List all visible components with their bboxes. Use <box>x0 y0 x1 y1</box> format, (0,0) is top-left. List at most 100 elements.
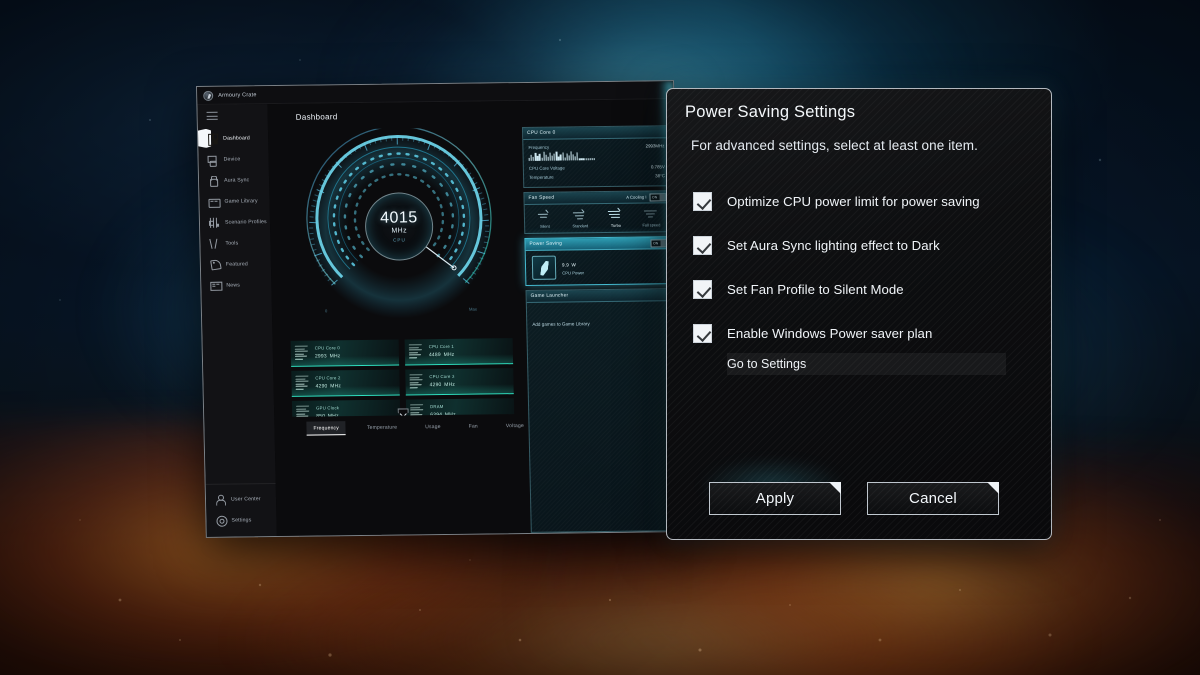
tools-icon <box>209 238 219 248</box>
fan-turbo-icon <box>608 207 623 220</box>
tab-usage[interactable]: Usage <box>418 420 448 434</box>
core-card[interactable]: CPU Core 1 4489 MHz <box>404 338 514 366</box>
fan-mode-list: Silent Standard Turbo Full speed <box>525 203 672 233</box>
hamburger-icon[interactable] <box>206 111 218 120</box>
toggle-state-label: ON <box>652 240 659 245</box>
sidebar-item-tools[interactable]: Tools <box>200 232 270 254</box>
go-to-settings-row[interactable]: Go to Settings <box>727 353 1006 375</box>
core-card-value: 4290 MHz <box>429 382 456 389</box>
core-cards-clipped-row: GPU Clock 850 MHz DRAM 6394 MHz <box>284 398 522 417</box>
cpu-frequency-row: Frequency 2993MHz <box>528 143 664 150</box>
cancel-button[interactable]: Cancel <box>867 482 999 515</box>
core-card[interactable]: GPU Clock 850 MHz <box>291 399 401 417</box>
option-label: Optimize CPU power limit for power savin… <box>727 193 980 209</box>
wave-bars-icon <box>409 374 425 389</box>
fan-mode-turbo[interactable]: Turbo <box>598 207 634 228</box>
panel-title: Game Launcher <box>530 293 569 299</box>
core-card[interactable]: CPU Core 0 2993 MHz <box>290 339 400 367</box>
game-launcher-empty-text: Add games to Game Library <box>532 321 590 327</box>
core-card-value: 4290 MHz <box>315 383 342 390</box>
core-card[interactable]: DRAM 6394 MHz <box>405 398 515 417</box>
gear-icon <box>215 515 225 525</box>
sidebar-item-news[interactable]: News <box>201 274 271 296</box>
frequency-sparkline <box>528 150 665 161</box>
option-label: Enable Windows Power saver plan <box>727 325 933 341</box>
option-row-optimize-cpu-power-limit[interactable]: Optimize CPU power limit for power savin… <box>693 179 1051 223</box>
rog-logo-icon <box>203 90 214 101</box>
sidebar-item-device[interactable]: Device <box>198 148 268 170</box>
option-label: Set Aura Sync lighting effect to Dark <box>727 237 940 253</box>
cpu-temperature-row: Temperature 38°C <box>529 173 665 180</box>
fan-speed-toggle[interactable]: ON <box>649 192 667 201</box>
row-value: 2993MHz <box>645 143 665 149</box>
tab-fan[interactable]: Fan <box>462 419 486 433</box>
panel-title: Fan Speed <box>528 195 555 201</box>
core-card[interactable]: CPU Core 2 4290 MHz <box>291 369 400 397</box>
sidebar: Dashboard Device Aura Sync Game Library <box>197 104 277 537</box>
sidebar-item-label: Game Library <box>224 197 258 205</box>
fan-mode-label: Silent <box>539 223 550 229</box>
option-label: Set Fan Profile to Silent Mode <box>727 281 904 297</box>
dashboard-icon <box>207 133 217 143</box>
core-cards-grid: CPU Core 0 2993 MHz CPU Core 1 4489 MHz <box>283 338 522 397</box>
user-center-icon <box>215 494 225 504</box>
fan-mode-full-speed[interactable]: Full speed <box>633 208 669 228</box>
dialog-subtitle: For advanced settings, select at least o… <box>691 138 978 153</box>
metric-tab-bar: Frequency Temperature Usage Fan Voltage <box>284 414 524 441</box>
scenario-profiles-icon <box>209 217 219 227</box>
fan-mode-standard[interactable]: Standard <box>562 208 598 229</box>
tab-frequency[interactable]: Frequency <box>306 421 347 436</box>
option-row-fan-profile-silent[interactable]: Set Fan Profile to Silent Mode <box>693 267 1051 311</box>
wave-bars-icon <box>294 345 311 361</box>
fan-mode-label: Turbo <box>610 222 621 228</box>
apply-button[interactable]: Apply <box>709 482 841 515</box>
wave-bars-icon <box>295 375 311 391</box>
sidebar-item-featured[interactable]: Featured <box>201 253 271 275</box>
dialog-options-list: Optimize CPU power limit for power savin… <box>667 153 1051 482</box>
fan-cooling-label: A Cooling I <box>626 194 647 200</box>
dialog-action-bar: Apply Cancel <box>667 482 1051 539</box>
sidebar-item-label: Aura Sync <box>223 176 250 184</box>
sidebar-item-user-center[interactable]: User Center <box>206 488 276 510</box>
checkbox-aura-sync-dark[interactable] <box>693 235 712 255</box>
option-row-windows-power-saver[interactable]: Enable Windows Power saver plan <box>693 311 1051 355</box>
fan-standard-icon <box>572 208 588 220</box>
row-value: 38°C <box>655 173 666 179</box>
panel-title: CPU Core 0 <box>527 130 556 136</box>
sidebar-item-label: News <box>226 281 240 289</box>
fan-full-speed-icon <box>643 208 659 219</box>
sidebar-item-label: Dashboard <box>223 134 250 142</box>
panel-title: Power Saving <box>529 241 563 247</box>
armoury-crate-window[interactable]: Armoury Crate Dashboard Device Aura Sync… <box>196 80 684 538</box>
news-icon <box>210 280 220 290</box>
sidebar-item-scenario-profiles[interactable]: Scenario Profiles <box>200 211 270 233</box>
cpu-gauge-area: 4015 MHz CPU 0 Max <box>278 123 521 341</box>
sidebar-item-settings[interactable]: Settings <box>206 509 276 531</box>
sidebar-item-dashboard[interactable]: Dashboard <box>198 127 268 149</box>
sidebar-item-aura-sync[interactable]: Aura Sync <box>199 169 269 191</box>
toggle-state-label: ON <box>651 194 658 199</box>
power-saving-settings-dialog[interactable]: Power Saving Settings For advanced setti… <box>666 88 1052 540</box>
checkbox-windows-power-saver[interactable] <box>693 323 712 343</box>
row-label: Frequency <box>528 144 550 150</box>
option-row-aura-sync-dark[interactable]: Set Aura Sync lighting effect to Dark <box>693 223 1051 267</box>
checkbox-optimize-cpu-power-limit[interactable] <box>693 191 712 211</box>
game-launcher-panel: Game Launcher Add games to Game Library <box>525 288 679 533</box>
tab-temperature[interactable]: Temperature <box>360 420 405 435</box>
window-title: Armoury Crate <box>218 91 257 99</box>
gauge-source-label: CPU <box>392 237 406 243</box>
row-label: CPU Core Voltage <box>528 165 565 171</box>
core-card[interactable]: CPU Core 3 4290 MHz <box>405 368 514 396</box>
wave-bars-icon <box>409 404 426 417</box>
gauge-max-label: Max <box>468 306 477 312</box>
go-to-settings-label: Go to Settings <box>727 357 807 371</box>
tab-voltage[interactable]: Voltage <box>499 419 531 433</box>
fan-mode-silent[interactable]: Silent <box>527 209 563 229</box>
sidebar-nav-list: Dashboard Device Aura Sync Game Library <box>198 127 276 484</box>
sidebar-bottom-list: User Center Settings <box>205 483 277 537</box>
fan-mode-label: Standard <box>572 223 589 229</box>
gauge-min-label: 0 <box>324 308 328 314</box>
checkbox-fan-profile-silent[interactable] <box>693 279 712 299</box>
sidebar-item-game-library[interactable]: Game Library <box>199 190 269 212</box>
cpu-power-caption: CPU Power <box>562 269 585 276</box>
